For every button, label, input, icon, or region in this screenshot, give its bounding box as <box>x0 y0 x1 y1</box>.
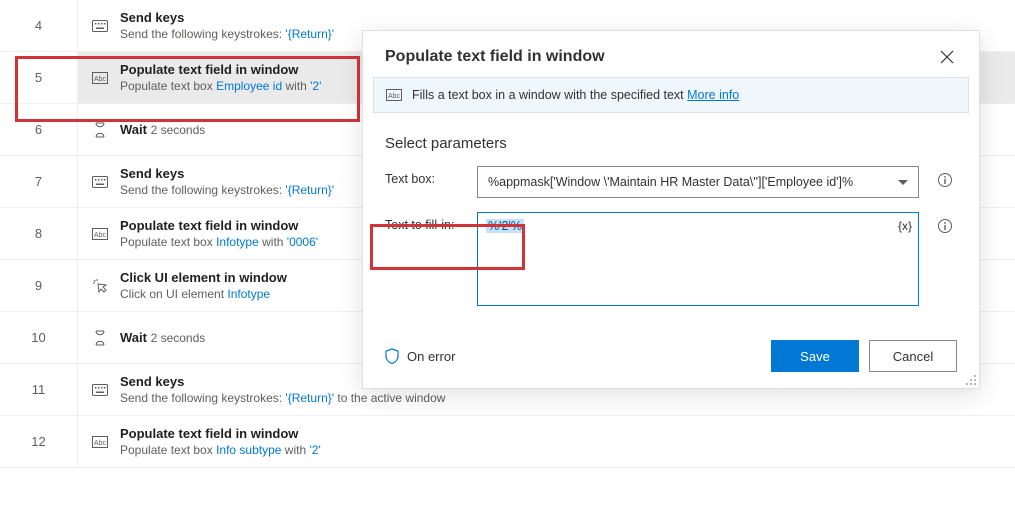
info-icon[interactable] <box>933 166 957 188</box>
step-subtitle: Send the following keystrokes: '{Return}… <box>120 390 445 406</box>
step-title: Populate text field in window <box>120 217 318 235</box>
abc-box-icon: Abc <box>92 226 108 242</box>
on-error-label: On error <box>407 349 455 364</box>
abc-box-icon: Abc <box>92 434 108 450</box>
svg-text:Abc: Abc <box>94 440 107 447</box>
textbox-select[interactable]: %appmask['Window \'Maintain HR Master Da… <box>477 166 919 198</box>
step-number: 9 <box>0 260 78 311</box>
step-title: Send keys <box>120 9 334 27</box>
keyboard-icon <box>92 18 108 34</box>
step-title: Populate text field in window <box>120 61 321 79</box>
step-subtitle: Send the following keystrokes: '{Return}… <box>120 26 334 42</box>
step-subtitle: Populate text box Employee id with '2' <box>120 78 321 94</box>
section-title: Select parameters <box>385 135 957 152</box>
step-title: Send keys <box>120 165 334 183</box>
flow-step[interactable]: 12 Abc Populate text field in windowPopula… <box>0 416 1015 468</box>
step-number: 12 <box>0 416 78 467</box>
fillin-label: Text to fill-in: <box>385 212 463 232</box>
step-title: Click UI element in window <box>120 269 287 287</box>
step-title: Wait <box>120 330 151 345</box>
textbox-select-value: %appmask['Window \'Maintain HR Master Da… <box>488 175 853 189</box>
step-number: 10 <box>0 312 78 363</box>
step-subtitle: Populate text box Infotype with '0006' <box>120 234 318 250</box>
save-button[interactable]: Save <box>771 340 859 372</box>
step-number: 6 <box>0 104 78 155</box>
step-number: 5 <box>0 52 78 103</box>
step-subtitle: Populate text box Info subtype with '2' <box>120 442 321 458</box>
step-content[interactable]: Abc Populate text field in windowPopulate… <box>78 416 1015 467</box>
svg-text:Abc: Abc <box>94 76 107 83</box>
keyboard-icon <box>92 382 108 398</box>
close-icon[interactable] <box>937 47 957 67</box>
hourglass-icon <box>92 122 108 138</box>
abc-box-icon: Abc <box>386 89 402 101</box>
step-subtitle: 2 seconds <box>151 123 206 137</box>
textbox-label: Text box: <box>385 166 463 186</box>
step-subtitle: Send the following keystrokes: '{Return}… <box>120 182 334 198</box>
on-error-toggle[interactable]: On error <box>385 348 455 364</box>
more-info-link[interactable]: More info <box>687 88 739 102</box>
step-subtitle: Click on UI element Infotype <box>120 286 287 302</box>
step-title: Populate text field in window <box>120 425 321 443</box>
step-number: 7 <box>0 156 78 207</box>
click-icon <box>92 278 108 294</box>
step-title: Wait <box>120 122 151 137</box>
dialog-title: Populate text field in window <box>385 48 605 66</box>
info-icon[interactable] <box>933 212 957 234</box>
dialog-description-bar: Abc Fills a text box in a window with th… <box>373 77 969 113</box>
step-number: 4 <box>0 0 78 51</box>
step-number: 8 <box>0 208 78 259</box>
step-subtitle: 2 seconds <box>151 331 206 345</box>
svg-text:Abc: Abc <box>94 232 107 239</box>
dialog-description-text: Fills a text box in a window with the sp… <box>412 88 687 102</box>
step-number: 11 <box>0 364 78 415</box>
hourglass-icon <box>92 330 108 346</box>
fillin-value: %'2'% <box>486 219 524 233</box>
abc-box-icon: Abc <box>92 70 108 86</box>
insert-variable-button[interactable]: {x} <box>898 219 912 233</box>
cancel-button[interactable]: Cancel <box>869 340 957 372</box>
fillin-textarea[interactable]: %'2'% {x} <box>477 212 919 306</box>
action-dialog: Populate text field in window Abc Fills … <box>362 30 980 389</box>
shield-icon <box>385 348 399 364</box>
keyboard-icon <box>92 174 108 190</box>
resize-grip-icon[interactable] <box>965 374 977 386</box>
svg-text:Abc: Abc <box>388 93 401 100</box>
